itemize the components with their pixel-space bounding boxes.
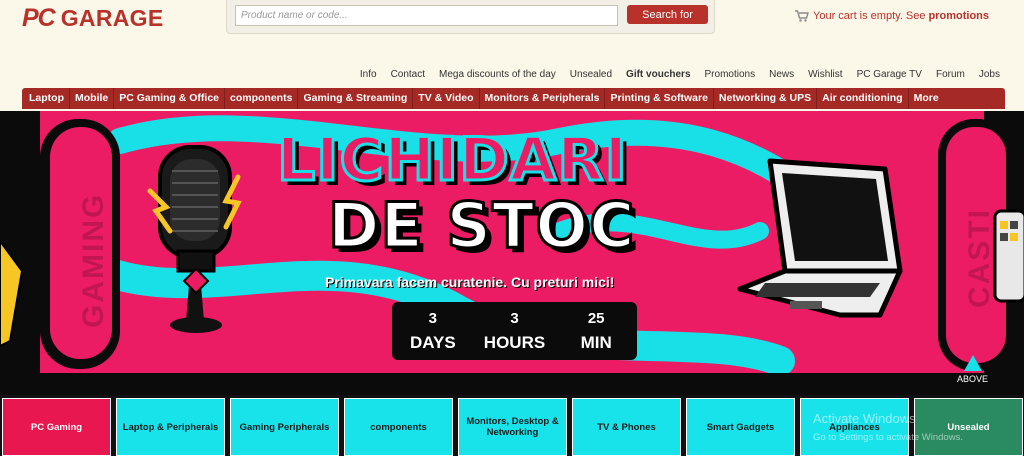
top-link-pc-garage-tv[interactable]: PC Garage TV xyxy=(857,69,922,80)
countdown-hours: 3 HOURS xyxy=(474,302,556,360)
tile-gaming-peripherals[interactable]: Gaming Peripherals xyxy=(230,398,339,456)
logo-pc: PC xyxy=(22,4,56,32)
tile-unsealed[interactable]: Unsealed xyxy=(914,398,1023,456)
nav-item-more[interactable]: More xyxy=(909,88,944,109)
nav-item-air-conditioning[interactable]: Air conditioning xyxy=(817,88,909,109)
top-link-unsealed[interactable]: Unsealed xyxy=(570,69,612,80)
cart-icon xyxy=(795,10,809,22)
tile-pc-gaming[interactable]: PC Gaming xyxy=(2,398,111,456)
scroll-up-button[interactable]: ABOVE xyxy=(957,355,988,384)
search-bar: Search for xyxy=(226,0,715,34)
top-link-wishlist[interactable]: Wishlist xyxy=(808,69,842,80)
promo-banner[interactable]: LICHIDARI DE STOC Primavara facem curate… xyxy=(0,111,1024,395)
nav-item-gaming-streaming[interactable]: Gaming & Streaming xyxy=(298,88,414,109)
countdown-minutes-value: 25 xyxy=(587,309,605,327)
search-input[interactable] xyxy=(235,5,618,26)
banner-side-left: GAMING xyxy=(77,192,110,328)
site-logo[interactable]: PC GARAGE xyxy=(22,4,164,33)
countdown-hours-label: HOURS xyxy=(483,332,546,352)
countdown-days: 3 DAYS xyxy=(392,302,474,360)
top-link-promotions[interactable]: Promotions xyxy=(705,69,756,80)
tile-smart-gadgets[interactable]: Smart Gadgets xyxy=(686,398,795,456)
arrow-up-icon xyxy=(963,355,982,371)
countdown-hours-value: 3 xyxy=(510,309,519,327)
category-tiles: PC Gaming Laptop & Peripherals Gaming Pe… xyxy=(0,395,1024,456)
site-header: PC GARAGE Search for Your cart is empty.… xyxy=(0,0,1024,88)
top-link-info[interactable]: Info xyxy=(360,69,377,80)
top-link-gift-vouchers[interactable]: Gift vouchers xyxy=(626,69,690,80)
tile-appliances[interactable]: Appliances xyxy=(800,398,909,456)
top-link-news[interactable]: News xyxy=(769,69,794,80)
nav-item-mobile[interactable]: Mobile xyxy=(70,88,115,109)
tile-monitors-desktop-networking[interactable]: Monitors, Desktop & Networking xyxy=(458,398,567,456)
category-nav: Laptop Mobile PC Gaming & Office compone… xyxy=(22,88,1005,109)
nav-item-laptop[interactable]: Laptop xyxy=(24,88,70,109)
nav-item-networking-ups[interactable]: Networking & UPS xyxy=(714,88,818,109)
nav-item-monitors-peripherals[interactable]: Monitors & Peripherals xyxy=(480,88,606,109)
tile-tv-phones[interactable]: TV & Phones xyxy=(572,398,681,456)
countdown-days-value: 3 xyxy=(428,309,437,327)
logo-text: GARAGE xyxy=(60,5,164,31)
top-links: Info Contact Mega discounts of the day U… xyxy=(360,69,1000,80)
nav-item-printing-software[interactable]: Printing & Software xyxy=(605,88,714,109)
countdown-minutes: 25 MIN xyxy=(555,302,637,360)
banner-tagline: Primavara facem curatenie. Cu preturi mi… xyxy=(325,274,615,290)
top-link-forum[interactable]: Forum xyxy=(936,69,965,80)
top-link-mega-discounts[interactable]: Mega discounts of the day xyxy=(439,69,556,80)
tile-components[interactable]: components xyxy=(344,398,453,456)
countdown-minutes-label: MIN xyxy=(580,332,612,352)
search-button[interactable]: Search for xyxy=(627,5,708,24)
cart-text: Your cart is empty. See xyxy=(813,10,926,22)
banner-headline-2: DE STOC xyxy=(327,188,637,264)
banner-headline-1: LICHIDARI xyxy=(276,124,629,197)
banner-side-right: CASTI xyxy=(963,208,996,308)
countdown-timer: 3 DAYS 3 HOURS 25 MIN xyxy=(392,302,637,360)
cart-status[interactable]: Your cart is empty. See promotions xyxy=(795,10,989,22)
nav-item-tv-video[interactable]: TV & Video xyxy=(413,88,480,109)
promotions-link[interactable]: promotions xyxy=(929,10,990,22)
top-link-contact[interactable]: Contact xyxy=(391,69,425,80)
tile-laptop-peripherals[interactable]: Laptop & Peripherals xyxy=(116,398,225,456)
top-link-jobs[interactable]: Jobs xyxy=(979,69,1000,80)
nav-item-components[interactable]: components xyxy=(225,88,299,109)
countdown-days-label: DAYS xyxy=(410,332,456,352)
nav-item-pc-gaming-office[interactable]: PC Gaming & Office xyxy=(114,88,226,109)
scroll-up-label: ABOVE xyxy=(957,374,989,384)
